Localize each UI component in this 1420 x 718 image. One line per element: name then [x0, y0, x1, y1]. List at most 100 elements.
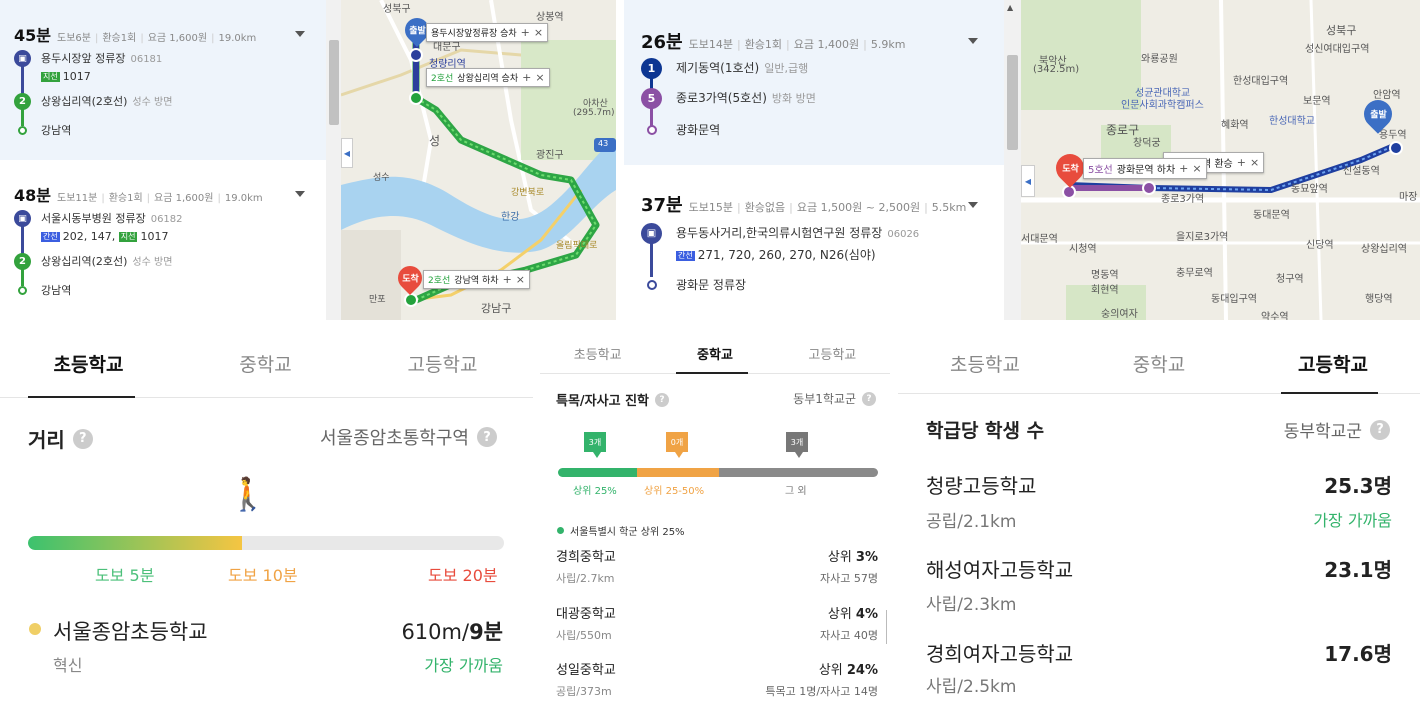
route-option-2[interactable]: 48분 도보11분 | 환승1회 | 요금 1,600원 | 19.0km ▣ 서울시동부병…	[0, 160, 326, 320]
scale-label: 도보 10분	[228, 566, 298, 585]
help-icon[interactable]: ?	[1370, 419, 1390, 440]
district-name: 서울종암초통학구역	[319, 428, 469, 449]
school-sub: 공립/2.1km	[926, 512, 1017, 532]
line-2-icon: 2	[14, 93, 31, 110]
school-name: 성일중학교	[556, 663, 616, 678]
tab-middle[interactable]: 중학교	[655, 344, 774, 363]
route-option-1[interactable]: 26분 도보14분 | 환승1회 | 요금 1,400원 | 5.9km 1 제기동역(1호…	[624, 0, 1004, 165]
route-meta: 도보11분 | 환승1회 | 요금 1,600원 | 19.0km	[57, 193, 263, 204]
collapse-map-button[interactable]: ◀	[1021, 165, 1035, 197]
route-option-1[interactable]: 45분 도보6분 | 환승1회 | 요금 1,600원 | 19.0km ▣ 용두시장앞 정…	[0, 0, 326, 160]
scale-label: 도보 5분	[95, 566, 155, 585]
station-name: 제기동역(1호선)	[676, 61, 760, 75]
school-name[interactable]: 서울종암초등학교	[53, 616, 208, 646]
highway-badge: 43	[598, 139, 609, 148]
school-row[interactable]: 성일중학교 공립/373m 상위 24% 특목고 1명/자사고 14명	[556, 659, 878, 703]
route-map-1[interactable]: 성북구 상봉역 대문구 청량리역 아차산 (295.7m) 광진구 성 한강 성…	[341, 0, 616, 320]
chevron-down-icon[interactable]	[968, 202, 978, 208]
map-label: 명동역	[1091, 270, 1119, 281]
rank-label: 상위	[827, 607, 856, 622]
scrollbar[interactable]	[1004, 0, 1021, 320]
plus-icon[interactable]: +	[503, 273, 512, 286]
map-label: 올림픽대로	[556, 241, 598, 251]
scroll-up-arrow-icon[interactable]: ▲	[1007, 3, 1013, 12]
chevron-down-icon[interactable]	[295, 191, 305, 197]
bus-icon: ▣	[641, 223, 662, 244]
help-icon[interactable]: ?	[477, 427, 497, 447]
school-row[interactable]: 대광중학교 사립/550m 상위 4% 자사고 40명	[556, 603, 878, 647]
school-panel-high: 초등학교 중학교 고등학교 학급당 학생 수 동부학교군 ? 청량고등학교 공립…	[898, 320, 1420, 718]
school-tabs: 초등학교 중학교 고등학교	[0, 350, 533, 377]
close-icon[interactable]: ×	[1250, 156, 1259, 169]
students-per-class: 25.3명	[1324, 474, 1392, 498]
collapse-map-button[interactable]: ◀	[341, 138, 353, 168]
stop-id: 06181	[130, 54, 163, 65]
line-label: 5호선	[1088, 165, 1113, 176]
rank-value: 4%	[855, 607, 878, 622]
map-label: 성신여대입구역	[1305, 44, 1370, 55]
tab-middle[interactable]: 중학교	[1072, 350, 1246, 377]
plus-icon[interactable]: +	[1237, 156, 1246, 169]
scrollbar-thumb[interactable]	[329, 40, 339, 125]
map-label: 성수	[373, 173, 390, 183]
list-scroll-indicator[interactable]	[886, 610, 887, 644]
bus-numbers: 271, 720, 260, 270, N26(심야)	[697, 248, 876, 262]
help-icon[interactable]: ?	[862, 391, 876, 406]
tab-elementary[interactable]: 초등학교	[540, 344, 655, 363]
chevron-down-icon[interactable]	[295, 31, 305, 37]
route-map-2[interactable]: 성북구 북악산 (342.5m) 와룡공원 성신여대입구역 한성대입구역 성균관…	[1021, 0, 1420, 320]
rank-value: 3%	[855, 550, 878, 565]
route-meta: 도보15분 | 환승없음 | 요금 1,500원 ~ 2,500원 | 5.5km	[688, 201, 967, 214]
tab-elementary[interactable]: 초등학교	[898, 350, 1072, 377]
map-label: 성북구	[383, 4, 411, 15]
map-label: 만포	[369, 295, 386, 305]
map-label: 성	[429, 134, 441, 148]
tab-high[interactable]: 고등학교	[354, 350, 531, 377]
map-popup-boarding[interactable]: 용두시장앞정류장 승차 + ×	[426, 23, 549, 42]
tab-high[interactable]: 고등학교	[775, 344, 890, 363]
plus-icon[interactable]: +	[521, 26, 530, 39]
closest-badge: 가장 가까움	[424, 656, 503, 675]
help-icon[interactable]: ?	[72, 428, 93, 449]
close-icon[interactable]: ×	[516, 273, 525, 286]
destination-dot-icon	[647, 280, 657, 290]
flag-top25-50: 0개	[666, 426, 690, 460]
tab-middle[interactable]: 중학교	[177, 350, 354, 377]
route-option-2[interactable]: 37분 도보15분 | 환승없음 | 요금 1,500원 ~ 2,500원 | 5.5km …	[624, 165, 1004, 320]
destination-name: 광화문 정류장	[676, 278, 747, 292]
close-icon[interactable]: ×	[534, 26, 543, 39]
map-label: 한성대입구역	[1233, 76, 1289, 87]
school-row[interactable]: 해성여자고등학교 사립/2.3km 23.1명	[926, 554, 1392, 615]
walking-person-icon: 🚶	[228, 475, 268, 513]
train-type: 일반,급행	[764, 62, 809, 75]
school-panel-middle: 초등학교 중학교 고등학교 특목/자사고 진학 ? 동부1학교군 ? 3개 0개…	[540, 320, 890, 718]
map-label: 신당역	[1306, 240, 1334, 251]
school-row[interactable]: 경희여자고등학교 사립/2.5km 17.6명	[926, 638, 1392, 698]
map-label: 동대입구역	[1211, 294, 1257, 305]
map-label: 상봉역	[536, 12, 564, 23]
map-label: 신설동역	[1343, 166, 1380, 177]
school-row[interactable]: 경희중학교 사립/2.7km 상위 3% 자사고 57명	[556, 546, 878, 590]
plus-icon[interactable]: +	[522, 71, 531, 84]
scale-label: 도보 20분	[428, 566, 498, 585]
map-label: 강변북로	[511, 188, 545, 198]
close-icon[interactable]: ×	[1192, 162, 1201, 175]
scrollbar-thumb[interactable]	[1007, 55, 1018, 150]
bus-icon: ▣	[14, 50, 31, 67]
school-row[interactable]: 청량고등학교 공립/2.1km 25.3명 가장 가까움	[926, 470, 1392, 532]
school-walk-time: 9분	[469, 620, 503, 644]
route-time: 45분	[14, 26, 51, 45]
close-icon[interactable]: ×	[535, 71, 544, 84]
plus-icon[interactable]: +	[1179, 162, 1188, 175]
tab-high[interactable]: 고등학교	[1246, 350, 1420, 377]
section-title: 학급당 학생 수	[926, 420, 1045, 442]
chevron-down-icon[interactable]	[968, 38, 978, 44]
map-popup-transfer[interactable]: 2호선 상왕십리역 승차 + ×	[426, 68, 550, 87]
map-popup-alight[interactable]: 5호선 광화문역 하차 + ×	[1083, 158, 1207, 179]
branch-bus-tag: 지선	[41, 72, 60, 82]
tab-elementary[interactable]: 초등학교	[0, 350, 177, 377]
map-popup-alight[interactable]: 2호선 강남역 하차 + ×	[423, 270, 530, 289]
school-name: 해성여자고등학교	[926, 558, 1074, 582]
help-icon[interactable]: ?	[655, 392, 669, 407]
route-time: 37분	[641, 195, 683, 216]
